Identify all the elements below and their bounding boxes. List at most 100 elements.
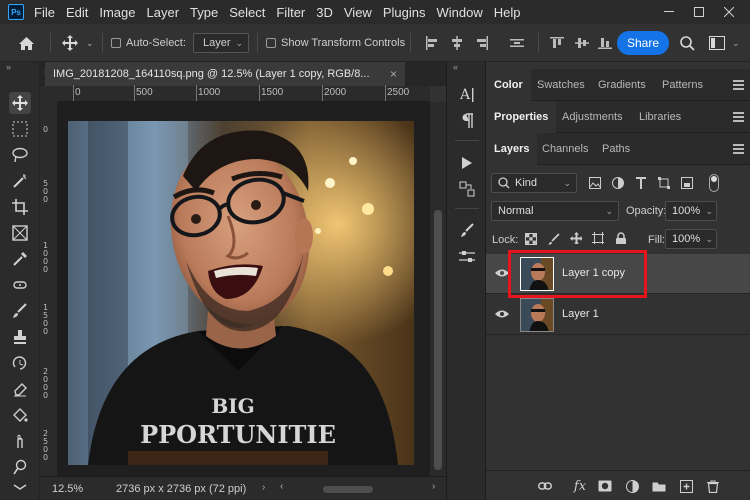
panel-menu-icon[interactable] (733, 80, 744, 90)
status-menu-chevron-icon[interactable]: › (262, 482, 265, 493)
move-tool-options-icon[interactable] (62, 24, 78, 62)
document-image[interactable]: BIG PPORTUNITIE (68, 121, 414, 465)
panel-menu-icon[interactable] (733, 144, 744, 154)
menu-layer[interactable]: Layer (147, 5, 180, 20)
filter-smart-object-icon[interactable] (681, 177, 693, 189)
new-group-icon[interactable] (652, 479, 666, 493)
horizontal-scrollbar-thumb[interactable] (323, 486, 373, 493)
minimize-icon[interactable] (654, 0, 684, 24)
distribute-horizontal-icon[interactable] (510, 36, 524, 50)
checkbox-icon[interactable] (111, 38, 121, 48)
auto-select-target-dropdown[interactable]: Layer ⌄ (193, 33, 249, 53)
tab-color[interactable]: Color (486, 69, 531, 101)
auto-select-checkbox[interactable]: Auto-Select: (111, 24, 186, 62)
magic-wand-tool-icon[interactable] (9, 170, 31, 192)
smudge-tool-icon[interactable] (9, 430, 31, 452)
delete-layer-icon[interactable] (706, 479, 720, 493)
chevron-down-icon[interactable]: ⌄ (705, 206, 713, 217)
add-mask-icon[interactable] (598, 479, 612, 493)
layer-filter-dropdown[interactable]: Kind ⌄ (491, 173, 577, 193)
menu-filter[interactable]: Filter (276, 5, 305, 20)
paragraph-panel-icon[interactable] (458, 112, 476, 130)
zoom-level[interactable]: 12.5% (52, 483, 83, 495)
clone-stamp-tool-icon[interactable] (9, 326, 31, 348)
ruler-origin[interactable] (40, 86, 58, 102)
show-transform-checkbox[interactable]: Show Transform Controls (266, 24, 405, 62)
tab-channels[interactable]: Channels (534, 133, 596, 165)
lock-artboard-icon[interactable] (592, 232, 604, 244)
blend-mode-dropdown[interactable]: Normal ⌄ (491, 201, 619, 221)
lock-image-pixels-icon[interactable] (548, 233, 560, 245)
scroll-left-icon[interactable]: ‹ (280, 481, 283, 492)
menu-edit[interactable]: Edit (66, 5, 88, 20)
menu-plugins[interactable]: Plugins (383, 5, 426, 20)
character-panel-icon[interactable]: A (458, 86, 476, 104)
home-icon[interactable] (18, 24, 35, 62)
align-top-icon[interactable] (550, 36, 564, 50)
maximize-icon[interactable] (684, 0, 714, 24)
workspace-icon[interactable] (709, 24, 725, 62)
paint-bucket-tool-icon[interactable] (9, 404, 31, 426)
align-right-icon[interactable] (475, 36, 489, 50)
tab-patterns[interactable]: Patterns (654, 69, 711, 101)
vertical-scrollbar[interactable] (430, 102, 446, 476)
adjustments-sliders-icon[interactable] (458, 248, 476, 266)
fill-field[interactable]: 100% ⌄ (665, 229, 717, 249)
brush-settings-icon[interactable] (458, 222, 476, 240)
menu-select[interactable]: Select (229, 5, 265, 20)
chevron-down-icon[interactable]: ⌄ (705, 234, 713, 245)
close-window-icon[interactable] (714, 0, 744, 24)
opacity-field[interactable]: 100% ⌄ (665, 201, 717, 221)
align-middle-icon[interactable] (575, 36, 589, 50)
visibility-eye-icon[interactable] (495, 309, 509, 319)
close-tab-icon[interactable]: × (390, 67, 397, 81)
move-tool-icon[interactable] (9, 92, 31, 114)
tab-swatches[interactable]: Swatches (529, 69, 593, 101)
visibility-eye-icon[interactable] (495, 268, 509, 278)
tab-adjustments[interactable]: Adjustments (554, 101, 631, 133)
checkbox-icon[interactable] (266, 38, 276, 48)
expand-chevrons-icon[interactable]: « (453, 62, 458, 72)
healing-brush-tool-icon[interactable] (9, 274, 31, 296)
scroll-right-icon[interactable]: › (432, 481, 435, 492)
align-left-icon[interactable] (425, 36, 439, 50)
marquee-tool-icon[interactable] (9, 118, 31, 140)
chevron-down-icon[interactable]: ⌄ (86, 24, 94, 62)
filter-shape-icon[interactable] (658, 177, 670, 189)
eyedropper-tool-icon[interactable] (9, 248, 31, 270)
tab-gradients[interactable]: Gradients (590, 69, 654, 101)
history-panel-icon[interactable] (458, 180, 476, 198)
eraser-tool-icon[interactable] (9, 378, 31, 400)
crop-tool-icon[interactable] (9, 196, 31, 218)
tab-properties[interactable]: Properties (486, 101, 557, 133)
menu-window[interactable]: Window (436, 5, 482, 20)
brush-tool-icon[interactable] (9, 300, 31, 322)
menu-view[interactable]: View (344, 5, 372, 20)
frame-tool-icon[interactable] (9, 222, 31, 244)
menu-file[interactable]: File (34, 5, 55, 20)
filter-toggle-switch[interactable] (709, 174, 719, 192)
more-tools-icon[interactable] (9, 480, 31, 494)
actions-panel-icon[interactable] (458, 154, 476, 172)
lasso-tool-icon[interactable] (9, 144, 31, 166)
new-layer-icon[interactable] (679, 479, 693, 493)
document-tab[interactable]: IMG_20181208_164110sq.png @ 12.5% (Layer… (45, 62, 405, 86)
lock-position-icon[interactable] (570, 232, 582, 244)
share-button[interactable]: Share (617, 31, 669, 55)
menu-3d[interactable]: 3D (316, 5, 333, 20)
dodge-tool-icon[interactable] (9, 456, 31, 478)
fx-icon[interactable]: fx (573, 479, 587, 494)
search-icon[interactable] (680, 24, 695, 62)
collapse-chevrons-icon[interactable]: » (6, 62, 11, 72)
tab-paths[interactable]: Paths (594, 133, 638, 165)
horizontal-ruler[interactable]: 0 500 1000 1500 2000 2500 (58, 85, 430, 102)
layer-name[interactable]: Layer 1 (562, 308, 599, 320)
new-adjustment-layer-icon[interactable] (625, 479, 639, 493)
filter-pixel-icon[interactable] (589, 177, 601, 189)
filter-type-icon[interactable] (635, 177, 647, 189)
scrollbar-thumb[interactable] (434, 210, 442, 470)
tab-libraries[interactable]: Libraries (631, 101, 689, 133)
menu-type[interactable]: Type (190, 5, 218, 20)
panel-menu-icon[interactable] (733, 112, 744, 122)
lock-all-icon[interactable] (615, 232, 627, 244)
